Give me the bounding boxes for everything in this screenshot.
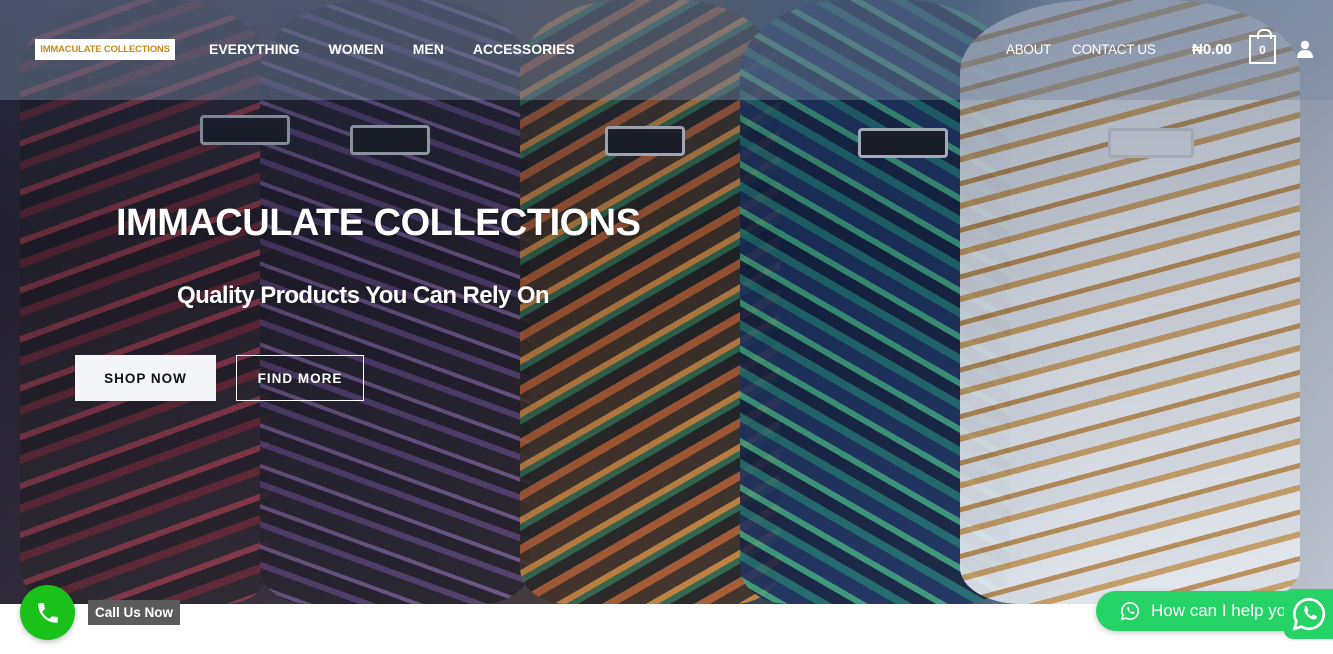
whatsapp-float-button[interactable] <box>1284 589 1333 639</box>
nav-item-everything[interactable]: EVERYTHING <box>209 41 300 57</box>
cart-icon[interactable]: 0 <box>1249 29 1276 64</box>
secondary-nav: ABOUT CONTACT US <box>1006 42 1156 57</box>
hero-subtitle: Quality Products You Can Rely On <box>177 282 550 309</box>
user-icon[interactable] <box>1296 40 1314 58</box>
nav-item-about[interactable]: ABOUT <box>1006 42 1051 57</box>
nav-item-accessories[interactable]: ACCESSORIES <box>473 41 575 57</box>
nav-item-contact-us[interactable]: CONTACT US <box>1072 42 1156 57</box>
cart-count: 0 <box>1259 42 1266 57</box>
whatsapp-chat-text: How can I help you? <box>1151 601 1306 620</box>
site-logo[interactable]: IMMACULATE COLLECTIONS <box>35 39 175 60</box>
hero-title: IMMACULATE COLLECTIONS <box>116 202 641 244</box>
cart-total[interactable]: ₦0.00 <box>1192 41 1232 58</box>
whatsapp-icon <box>1120 601 1140 621</box>
call-now-label[interactable]: Call Us Now <box>88 600 181 625</box>
shop-now-button[interactable]: SHOP NOW <box>75 355 216 401</box>
call-now-button[interactable] <box>20 585 75 640</box>
nav-item-women[interactable]: WOMEN <box>329 41 384 57</box>
phone-icon <box>37 602 58 623</box>
nav-item-men[interactable]: MEN <box>413 41 444 57</box>
logo-text: IMMACULATE COLLECTIONS <box>40 44 170 55</box>
header-navbar: IMMACULATE COLLECTIONS EVERYTHING WOMEN … <box>0 0 1333 100</box>
find-more-button[interactable]: FIND MORE <box>236 355 364 401</box>
primary-nav: EVERYTHING WOMEN MEN ACCESSORIES <box>209 41 575 57</box>
whatsapp-icon <box>1292 597 1325 631</box>
